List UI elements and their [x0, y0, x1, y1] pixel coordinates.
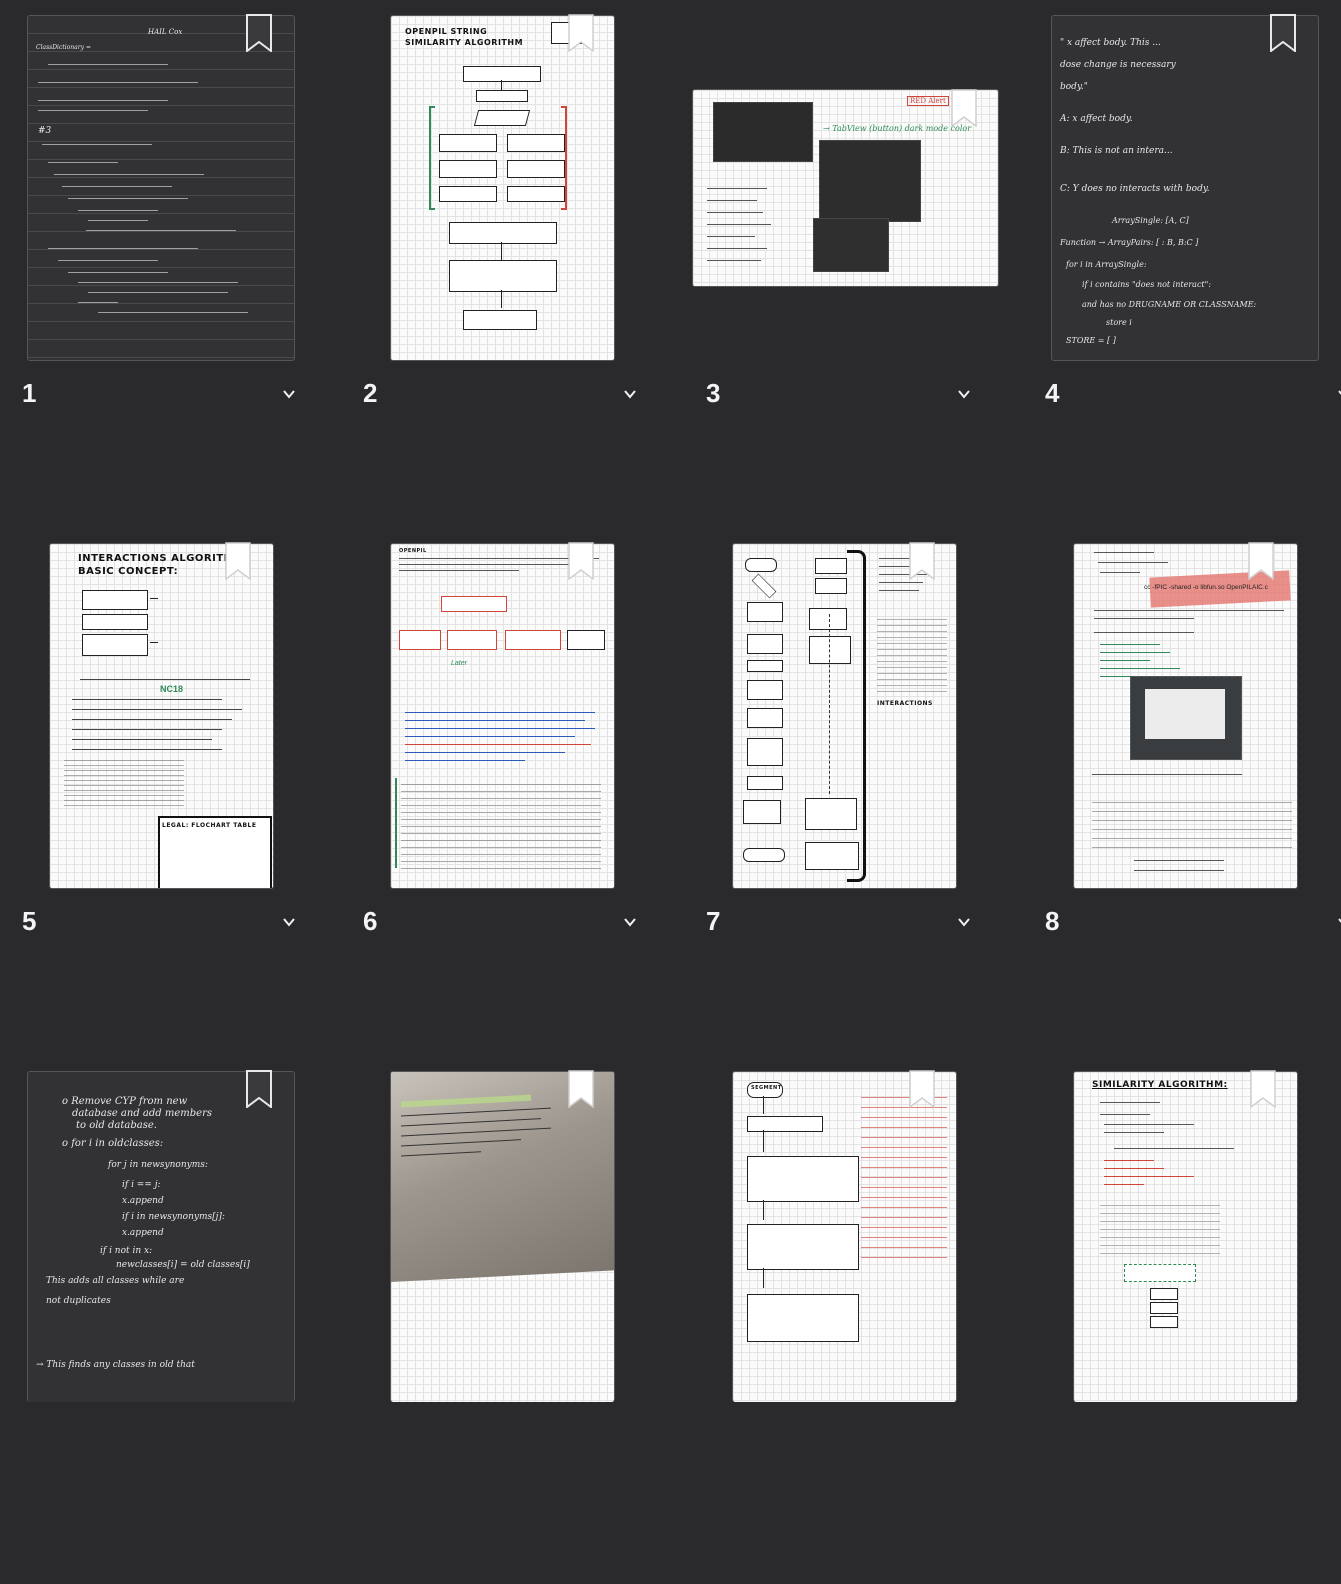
chevron-down-icon[interactable] [956, 386, 972, 402]
screenshot-image [819, 140, 921, 222]
chevron-down-icon[interactable] [622, 386, 638, 402]
page-thumbnail-1[interactable]: HAIL Cox ClassDictionary = #3 [27, 15, 295, 361]
page-thumbnail-5[interactable]: INTERACTIONS ALGORITHM BASIC CONCEPT: NC… [49, 543, 274, 889]
page-number: 8 [1045, 906, 1060, 936]
page-cell-11[interactable]: SEGMENT [682, 1056, 1023, 1584]
green-bracket [429, 106, 435, 210]
page-cell-7[interactable]: INTERACTIONS 7 [682, 528, 1023, 1056]
section-label: INTERACTIONS [877, 700, 933, 707]
chevron-down-icon[interactable] [956, 914, 972, 930]
command-banner: cc -fPIC -shared -o libfun.so OpenPILAIC… [1144, 584, 1268, 591]
page-title: SIMILARITY ALGORITHM: [1092, 1080, 1228, 1090]
bookmark-icon[interactable] [567, 542, 595, 580]
page-thumbnail-6[interactable]: OPENPIL Later [390, 543, 615, 889]
page-cell-4[interactable]: " x affect body. This ... dose change is… [1023, 0, 1341, 528]
page-thumbnail-10[interactable] [390, 1071, 615, 1402]
page-thumbnail-2[interactable]: OPENPIL STRING SIMILARITY ALGORITHM [390, 15, 615, 361]
page-thumbnail-8[interactable]: cc -fPIC -shared -o libfun.so OpenPILAIC… [1073, 543, 1298, 889]
page-thumbnail-7[interactable]: INTERACTIONS [732, 543, 957, 889]
page-cell-1[interactable]: HAIL Cox ClassDictionary = #3 1 [0, 0, 341, 528]
page-cell-8[interactable]: cc -fPIC -shared -o libfun.so OpenPILAIC… [1023, 528, 1341, 1056]
page-number: 1 [22, 378, 37, 408]
bookmark-icon[interactable] [1269, 14, 1297, 52]
page-thumbnail-grid: HAIL Cox ClassDictionary = #3 1 OPENPIL … [0, 0, 1341, 1402]
screenshot-image [713, 102, 813, 162]
bookmark-icon[interactable] [1247, 542, 1275, 580]
screenshot-image [1130, 676, 1242, 760]
bookmark-icon[interactable] [567, 14, 595, 52]
chevron-down-icon[interactable] [281, 386, 297, 402]
page-thumbnail-12[interactable]: SIMILARITY ALGORITHM: [1073, 1071, 1298, 1402]
status-badge: NC18 [160, 684, 184, 694]
bookmark-icon[interactable] [224, 542, 252, 580]
bracket [847, 550, 866, 882]
chevron-down-icon[interactable] [1336, 914, 1341, 930]
page-number: 7 [706, 906, 721, 936]
page-title: OPENPIL [399, 548, 427, 554]
bookmark-icon[interactable] [908, 1070, 936, 1108]
annotation: RED Alert [907, 96, 949, 106]
page-title: OPENPIL STRING SIMILARITY ALGORITHM [405, 27, 524, 47]
page-thumbnail-9[interactable]: o Remove CYP from new database and add m… [27, 1071, 295, 1402]
page-thumbnail-4[interactable]: " x affect body. This ... dose change is… [1051, 15, 1319, 361]
page-title: INTERACTIONS ALGORITHM BASIC CONCEPT: [78, 553, 243, 577]
page-cell-5[interactable]: INTERACTIONS ALGORITHM BASIC CONCEPT: NC… [0, 528, 341, 1056]
page-cell-12[interactable]: SIMILARITY ALGORITHM: [1023, 1056, 1341, 1584]
page-thumbnail-11[interactable]: SEGMENT [732, 1071, 957, 1402]
bookmark-icon[interactable] [245, 14, 273, 52]
legend-label: LEGAL: FLOCHART TABLE [162, 822, 257, 829]
page-cell-9[interactable]: o Remove CYP from new database and add m… [0, 1056, 341, 1584]
bookmark-icon[interactable] [245, 1070, 273, 1108]
bookmark-icon[interactable] [1249, 1070, 1277, 1108]
page-cell-6[interactable]: OPENPIL Later 6 [341, 528, 682, 1056]
page-cell-10[interactable] [341, 1056, 682, 1584]
page-number: 5 [22, 906, 37, 936]
page-cell-2[interactable]: OPENPIL STRING SIMILARITY ALGORITHM 2 [341, 0, 682, 528]
bookmark-icon[interactable] [567, 1070, 595, 1108]
page-number: 4 [1045, 378, 1060, 408]
chevron-down-icon[interactable] [281, 914, 297, 930]
chevron-down-icon[interactable] [1336, 386, 1341, 402]
page-number: 2 [363, 378, 378, 408]
page-number: 3 [706, 378, 721, 408]
chevron-down-icon[interactable] [622, 914, 638, 930]
section-label: SEGMENT [751, 1085, 782, 1091]
page-number: 6 [363, 906, 378, 936]
bookmark-icon[interactable] [950, 89, 978, 127]
bookmark-icon[interactable] [908, 542, 936, 580]
page-cell-3[interactable]: → TabView (button) dark mode color RED A… [682, 0, 1023, 528]
screenshot-image [813, 218, 889, 272]
